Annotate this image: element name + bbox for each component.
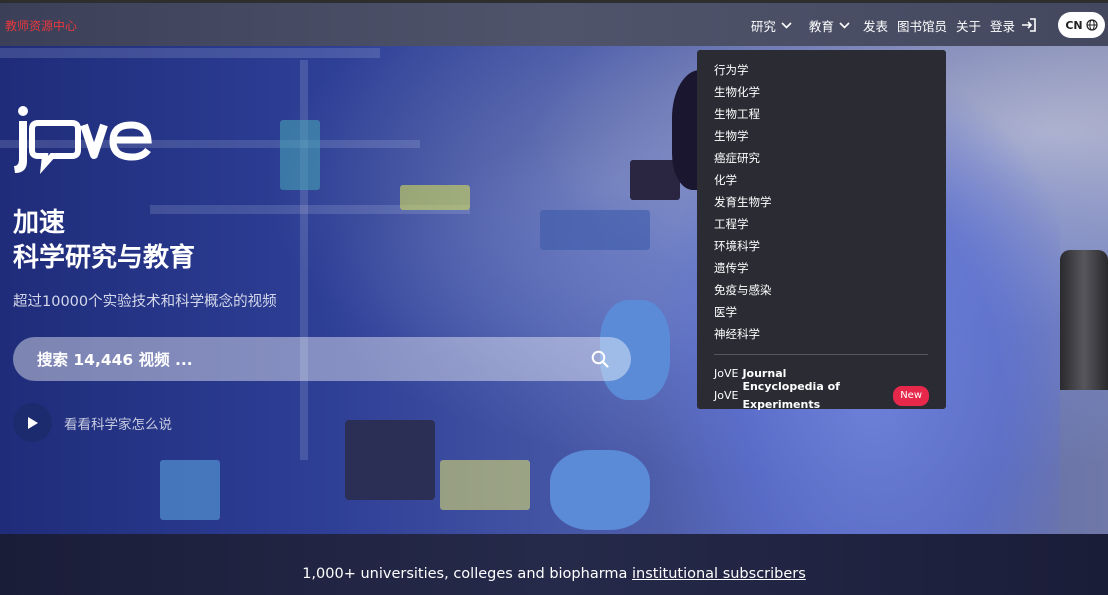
dropdown-item-behavior[interactable]: 行为学 bbox=[714, 61, 929, 83]
nav-publish-label: 发表 bbox=[862, 18, 888, 34]
research-dropdown-menu: 行为学 生物化学 生物工程 生物学 癌症研究 化学 发育生物学 工程学 环境科学… bbox=[697, 50, 946, 411]
subscriber-band bbox=[0, 534, 1108, 595]
dropdown-item-chemistry[interactable]: 化学 bbox=[714, 171, 929, 193]
new-badge: New bbox=[893, 386, 929, 406]
dropdown-item-biology[interactable]: 生物学 bbox=[714, 127, 929, 149]
institutional-subscribers-link[interactable]: institutional subscribers bbox=[632, 566, 806, 582]
chevron-down-icon bbox=[839, 21, 850, 29]
top-navigation-bar: 教师资源中心 研究 教育 发表 图书馆员 关于 登录 CN bbox=[0, 0, 1108, 46]
headline-line2: 科学研究与教育 bbox=[13, 243, 196, 273]
chevron-down-icon bbox=[781, 21, 792, 29]
search-placeholder: 搜索 14,446 视频 ... bbox=[37, 351, 193, 369]
dropdown-item-bioengineering[interactable]: 生物工程 bbox=[714, 105, 929, 127]
hero-subtitle: 超过10000个实验技术和科学概念的视频 bbox=[13, 294, 277, 310]
jove-logo[interactable] bbox=[12, 103, 162, 175]
login-button[interactable]: 登录 bbox=[990, 16, 1037, 35]
dropdown-item-medicine[interactable]: 医学 bbox=[714, 303, 929, 325]
lab-equipment bbox=[540, 210, 650, 250]
dropdown-item-biochemistry[interactable]: 生物化学 bbox=[714, 83, 929, 105]
dropdown-item-cancer-research[interactable]: 癌症研究 bbox=[714, 149, 929, 171]
search-icon[interactable] bbox=[591, 350, 609, 368]
language-label: CN bbox=[1065, 18, 1083, 32]
nav-publish[interactable]: 发表 bbox=[863, 16, 888, 35]
glove-hand bbox=[550, 450, 650, 530]
login-icon bbox=[1022, 18, 1036, 32]
globe-icon bbox=[1086, 19, 1098, 31]
encyclopedia-name: Encyclopedia of Experiments bbox=[742, 380, 840, 411]
nav-librarians[interactable]: 图书馆员 bbox=[897, 16, 947, 35]
dropdown-item-jove-encyclopedia[interactable]: JoVE Encyclopedia of Experiments New bbox=[714, 380, 929, 411]
nav-librarians-label: 图书馆员 bbox=[896, 18, 947, 34]
subscriber-text-prefix: 1,000+ universities, colleges and biopha… bbox=[302, 566, 633, 582]
gas-cylinder bbox=[1060, 250, 1108, 390]
lab-bottle bbox=[160, 460, 220, 520]
teacher-resources-link[interactable]: 教师资源中心 bbox=[5, 17, 77, 34]
encyclopedia-prefix: JoVE bbox=[714, 389, 739, 402]
lab-shelf bbox=[0, 48, 380, 58]
play-label: 看看科学家怎么说 bbox=[64, 416, 172, 433]
dropdown-item-genetics[interactable]: 遗传学 bbox=[714, 259, 929, 281]
nav-education-label: 教育 bbox=[808, 18, 834, 34]
dropdown-item-engineering[interactable]: 工程学 bbox=[714, 215, 929, 237]
lab-bottle bbox=[440, 460, 530, 510]
dropdown-item-neuroscience[interactable]: 神经科学 bbox=[714, 325, 929, 347]
subscriber-text: 1,000+ universities, colleges and biopha… bbox=[0, 566, 1108, 582]
lab-bottle bbox=[280, 120, 320, 190]
headline-line1: 加速 bbox=[13, 208, 66, 238]
dropdown-item-immunology[interactable]: 免疫与感染 bbox=[714, 281, 929, 303]
login-label: 登录 bbox=[989, 18, 1015, 34]
nav-education[interactable]: 教育 bbox=[809, 16, 850, 35]
nav-research[interactable]: 研究 bbox=[751, 16, 792, 35]
dropdown-divider bbox=[714, 354, 928, 355]
dropdown-item-environment[interactable]: 环境科学 bbox=[714, 237, 929, 259]
nav-about-label: 关于 bbox=[955, 18, 981, 34]
play-icon bbox=[27, 416, 38, 429]
dropdown-item-developmental-biology[interactable]: 发育生物学 bbox=[714, 193, 929, 215]
lab-equipment bbox=[345, 420, 435, 500]
nav-research-label: 研究 bbox=[750, 18, 776, 34]
main-nav: 研究 教育 发表 图书馆员 关于 登录 CN bbox=[751, 3, 1108, 47]
nav-about[interactable]: 关于 bbox=[956, 16, 981, 35]
lab-bottle bbox=[400, 185, 470, 210]
search-input[interactable]: 搜索 14,446 视频 ... bbox=[13, 337, 631, 381]
play-button[interactable] bbox=[13, 403, 52, 442]
hero-headline: 加速 科学研究与教育 bbox=[13, 206, 195, 276]
journal-prefix: JoVE bbox=[714, 367, 739, 380]
scientists-video-link[interactable]: 看看科学家怎么说 bbox=[13, 403, 172, 442]
language-selector[interactable]: CN bbox=[1058, 12, 1105, 38]
